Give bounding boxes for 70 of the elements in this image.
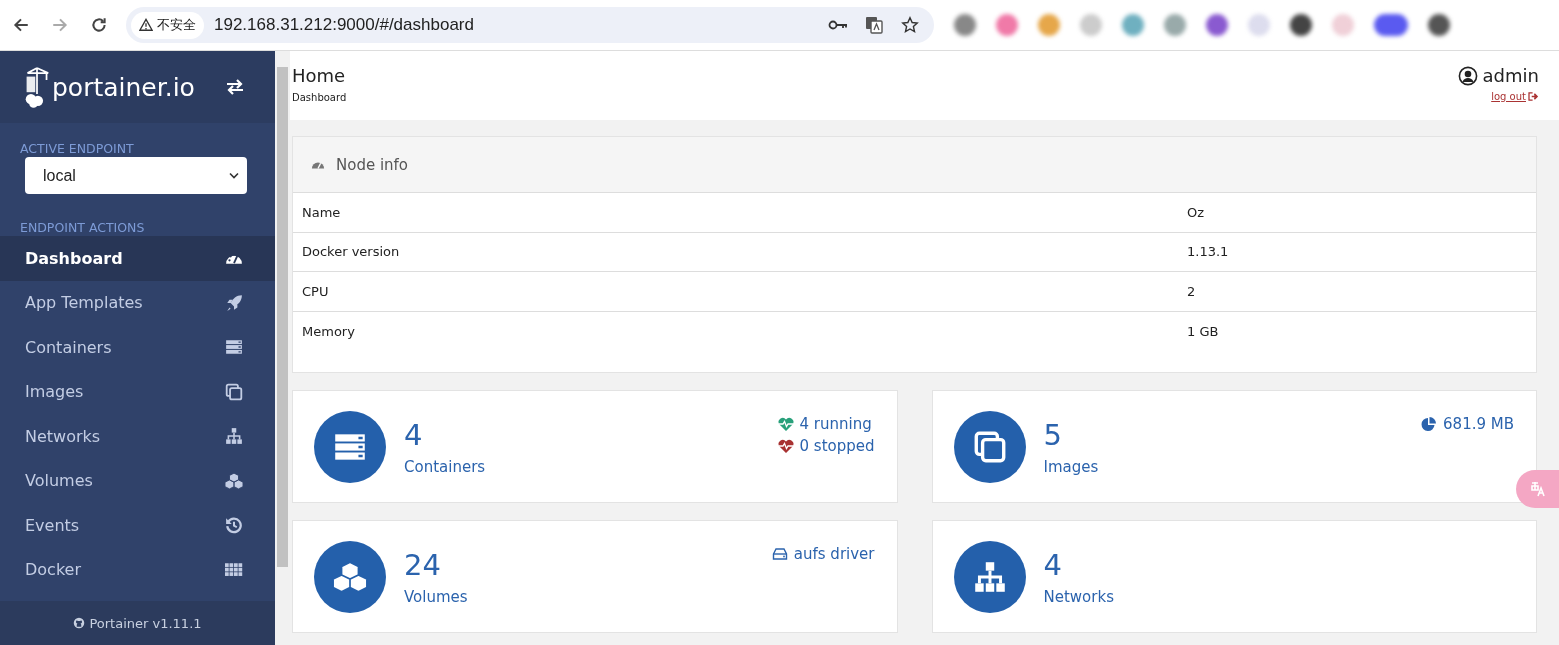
pie-chart-icon <box>1421 416 1438 432</box>
warning-icon <box>139 18 153 32</box>
stat-text: 0 stopped <box>799 437 875 455</box>
table-cell: Oz <box>1187 204 1205 220</box>
github-icon <box>73 617 86 629</box>
address-bar[interactable]: 不安全 192.168.31.212:9000/#/dashboard <box>126 7 934 43</box>
breadcrumb: Dashboard <box>292 92 348 103</box>
logo-text: portainer.io <box>52 72 195 102</box>
server-stack-icon <box>225 338 243 357</box>
sign-out-icon <box>1528 92 1539 101</box>
sidebar-item[interactable]: Volumes <box>0 458 275 503</box>
table-cell: 1.13.1 <box>1187 244 1229 260</box>
endpoint-select[interactable]: local <box>25 157 247 194</box>
table-cell-text: Memory <box>302 323 356 339</box>
widget-label: Images <box>1043 457 1099 476</box>
section-heading: ENDPOINT ACTIONS <box>19 219 146 236</box>
star-icon[interactable] <box>900 16 920 34</box>
extension-icon[interactable] <box>1428 14 1450 36</box>
logout-link[interactable]: log out <box>1491 91 1539 102</box>
sidebar-item[interactable]: App Templates <box>0 280 275 325</box>
heartbeat-icon <box>777 438 794 454</box>
table-cell-text: CPU <box>302 283 330 299</box>
count-text: 4 <box>1043 547 1063 582</box>
crane-logo-icon <box>24 64 50 110</box>
hierarchy-icon <box>225 427 243 446</box>
rocket-icon <box>225 293 243 312</box>
sidebar-item[interactable]: Networks <box>0 414 275 459</box>
forward-icon[interactable] <box>51 16 69 34</box>
stat-text: aufs driver <box>793 545 875 563</box>
swap-arrows-icon[interactable] <box>225 79 245 95</box>
version-text: Portainer v1.11.1 <box>89 615 202 631</box>
panel-title: Node info <box>336 155 409 174</box>
sidebar-item[interactable]: Dashboard <box>0 236 275 281</box>
count-text: 5 <box>1043 417 1063 452</box>
heartbeat-icon <box>777 416 794 432</box>
hard-drive-icon <box>771 546 788 562</box>
extension-icon[interactable] <box>1374 14 1408 36</box>
grid-icon <box>225 560 243 579</box>
reload-icon[interactable] <box>90 16 108 34</box>
sidebar-item[interactable]: Images <box>0 369 275 414</box>
scrollbar[interactable] <box>275 51 290 645</box>
back-icon[interactable] <box>12 16 30 34</box>
table-cell-text: Name <box>302 204 342 220</box>
count-text: 4 <box>404 417 424 452</box>
sidebar-item[interactable]: Docker <box>0 547 275 592</box>
url-text: 192.168.31.212:9000/#/dashboard <box>214 15 474 35</box>
sidebar-item[interactable]: Events <box>0 503 275 548</box>
stat-text: 681.9 MB <box>1443 415 1514 433</box>
table-cell: 2 <box>1187 283 1196 299</box>
widget-label: Networks <box>1043 587 1114 606</box>
stacked-squares-icon <box>225 382 243 401</box>
stat-text: 4 running <box>799 415 872 433</box>
table-cell: 1 GB <box>1187 323 1219 339</box>
sidebar-item[interactable]: Containers <box>0 325 275 370</box>
security-chip[interactable]: 不安全 <box>131 11 204 39</box>
extension-icon[interactable] <box>1206 14 1228 36</box>
widget-label: Volumes <box>404 587 468 606</box>
cubes-icon <box>225 471 243 490</box>
extension-icon[interactable] <box>1290 14 1312 36</box>
history-icon <box>225 516 243 535</box>
security-label: 不安全 <box>157 16 196 34</box>
translate-icon[interactable] <box>864 16 884 34</box>
page-title: Home <box>292 65 347 86</box>
widget-label: Containers <box>404 457 486 476</box>
count-text: 24 <box>404 547 442 582</box>
username: admin <box>1482 65 1539 86</box>
chevron-down-icon <box>229 172 239 179</box>
section-heading: ACTIVE ENDPOINT <box>19 140 135 157</box>
user-icon <box>1457 65 1478 86</box>
table-cell-text: Docker version <box>302 244 401 260</box>
